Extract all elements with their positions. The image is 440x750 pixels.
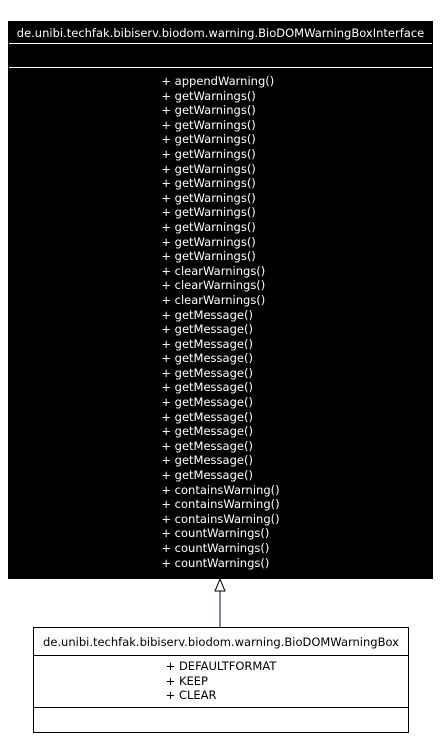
implementation-attributes-compartment: + DEFAULTFORMAT + KEEP + CLEAR <box>34 656 408 708</box>
realization-arrowhead <box>214 577 226 592</box>
attribute-item: + CLEAR <box>165 688 217 703</box>
operation-item: + clearWarnings() <box>161 292 266 307</box>
interface-class-name: de.unibi.techfak.bibiserv.biodom.warning… <box>9 22 432 44</box>
operation-item: + containsWarning() <box>161 482 280 497</box>
interface-operations-compartment: + appendWarning() + getWarnings() + getWar… <box>9 68 432 570</box>
operation-item: + getMessage() <box>161 365 253 380</box>
operation-item: + getWarnings() <box>161 132 256 147</box>
operation-item: + getMessage() <box>161 438 253 453</box>
implementation-class-box[interactable]: de.unibi.techfak.bibiserv.biodom.warning… <box>33 627 409 733</box>
interface-attributes-compartment <box>9 44 432 68</box>
operation-item: + countWarnings() <box>161 541 270 555</box>
attribute-item: + KEEP <box>165 673 208 688</box>
operation-item: + getWarnings() <box>161 234 256 249</box>
operation-item: + getWarnings() <box>161 249 256 264</box>
implementation-attributes-list: + DEFAULTFORMAT + KEEP + CLEAR <box>166 659 277 703</box>
interface-class-box[interactable]: de.unibi.techfak.bibiserv.biodom.warning… <box>8 21 433 579</box>
operation-item: + getMessage() <box>161 351 253 366</box>
implementation-operations-compartment <box>34 708 408 732</box>
operation-item: + getWarnings() <box>161 190 256 205</box>
operation-item: + getWarnings() <box>161 219 256 234</box>
operation-item: + getMessage() <box>161 307 253 322</box>
operation-item: + containsWarning() <box>161 511 280 526</box>
operation-item: + appendWarning() <box>161 74 275 88</box>
operation-item: + getMessage() <box>161 380 253 395</box>
operation-item: + clearWarnings() <box>161 263 266 278</box>
operation-item: + containsWarning() <box>161 497 280 512</box>
implementation-class-name: de.unibi.techfak.bibiserv.biodom.warning… <box>34 628 408 656</box>
operation-item: + getWarnings() <box>161 146 256 161</box>
operation-item: + getWarnings() <box>161 205 256 220</box>
operation-item: + getWarnings() <box>161 117 256 132</box>
interface-operations-list: + appendWarning() + getWarnings() + getWar… <box>161 74 279 570</box>
operation-item: + countWarnings() <box>161 555 270 570</box>
operation-item: + getMessage() <box>161 409 253 424</box>
operation-item: + getWarnings() <box>161 88 256 103</box>
attribute-item: + DEFAULTFORMAT <box>165 659 277 673</box>
operation-item: + getMessage() <box>161 395 253 410</box>
operation-item: + clearWarnings() <box>161 278 266 293</box>
operation-item: + getWarnings() <box>161 176 256 191</box>
operation-item: + countWarnings() <box>161 526 270 541</box>
operation-item: + getMessage() <box>161 468 253 483</box>
operation-item: + getMessage() <box>161 322 253 337</box>
operation-item: + getWarnings() <box>161 161 256 176</box>
operation-item: + getWarnings() <box>161 103 256 118</box>
operation-item: + getMessage() <box>161 424 253 439</box>
operation-item: + getMessage() <box>161 453 253 468</box>
operation-item: + getMessage() <box>161 336 253 351</box>
